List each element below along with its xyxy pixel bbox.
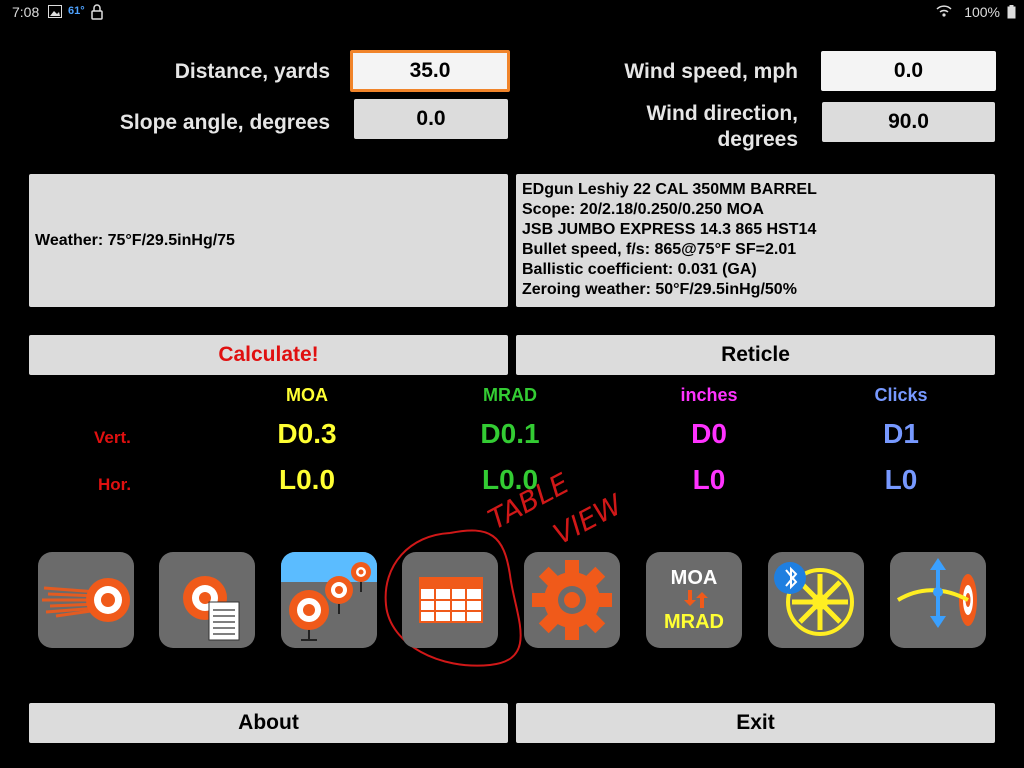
distance-label: Distance, yards (174, 60, 330, 83)
exit-button[interactable]: Exit (516, 703, 995, 743)
scope-line: Scope: 20/2.18/0.250/0.250 MOA (522, 201, 764, 218)
about-button[interactable]: About (29, 703, 508, 743)
image-icon (48, 5, 62, 21)
slope-label: Slope angle, degrees (119, 111, 330, 134)
header-moa: MOA (286, 385, 328, 405)
hor-clicks-value: L0 (884, 464, 918, 495)
pellet-line: JSB JUMBO EXPRESS 14.3 865 HST14 (522, 221, 817, 238)
wind-speed-label: Wind speed, mph (624, 60, 798, 83)
trajectory-icon[interactable] (38, 552, 134, 648)
hor-moa-value: L0.0 (278, 464, 336, 495)
gun-line: EDgun Leshiy 22 CAL 350MM BARREL (522, 181, 817, 198)
wind-direction-label: Wind direction, degrees (560, 101, 798, 153)
wind-direction-label-line-1: Wind direction, (646, 102, 798, 125)
header-inches: inches (680, 385, 738, 405)
lock-icon (91, 4, 103, 23)
header-clicks: Clicks (874, 385, 928, 405)
bluetooth-fan-icon[interactable] (768, 552, 864, 648)
bullet-speed-line: Bullet speed, f/s: 865@75°F SF=2.01 (522, 241, 797, 258)
hor-label: Hor. (98, 475, 132, 494)
notes-icon[interactable] (159, 552, 255, 648)
weather-text: Weather: 75°F/29.5inHg/75 (35, 232, 235, 249)
battery-level: 100% (964, 4, 1000, 20)
vert-mrad-value: D0.1 (480, 418, 540, 449)
moa-icon-text: MOA (671, 567, 718, 589)
multi-target-icon[interactable] (281, 552, 377, 648)
vert-moa-value: D0.3 (277, 418, 337, 449)
zero-adjust-icon[interactable] (890, 552, 986, 648)
status-bar: 7:08 61° 100% (0, 0, 1024, 24)
wifi-icon (936, 4, 952, 21)
mrad-icon-text: MRAD (664, 611, 724, 633)
reticle-button[interactable]: Reticle (516, 335, 995, 375)
settings-icon[interactable] (524, 552, 620, 648)
moa-mrad-icon[interactable]: MOA MRAD (646, 552, 742, 648)
table-view-icon[interactable] (402, 552, 498, 648)
header-mrad: MRAD (483, 385, 537, 405)
gun-profile-panel[interactable]: EDgun Leshiy 22 CAL 350MM BARREL Scope: … (516, 174, 995, 307)
ballistic-coefficient-line: Ballistic coefficient: 0.031 (GA) (522, 261, 757, 278)
vert-clicks-value: D1 (883, 418, 919, 449)
calculate-button[interactable]: Calculate! (29, 335, 508, 375)
status-temp: 61° (68, 5, 85, 17)
zeroing-weather-line: Zeroing weather: 50°F/29.5inHg/50% (522, 281, 797, 298)
hor-inches-value: L0 (692, 464, 726, 495)
wind-direction-label-line-2: degrees (717, 128, 798, 151)
status-time: 7:08 (12, 4, 40, 20)
slope-field[interactable]: 0.0 (354, 99, 508, 139)
wind-speed-field[interactable]: 0.0 (821, 51, 996, 91)
vert-inches-value: D0 (691, 418, 727, 449)
vert-label: Vert. (94, 428, 131, 447)
wind-direction-field[interactable]: 90.0 (822, 102, 995, 142)
battery-icon (1007, 5, 1016, 22)
weather-panel[interactable]: Weather: 75°F/29.5inHg/75 (29, 174, 508, 307)
distance-field[interactable]: 35.0 (350, 50, 510, 92)
